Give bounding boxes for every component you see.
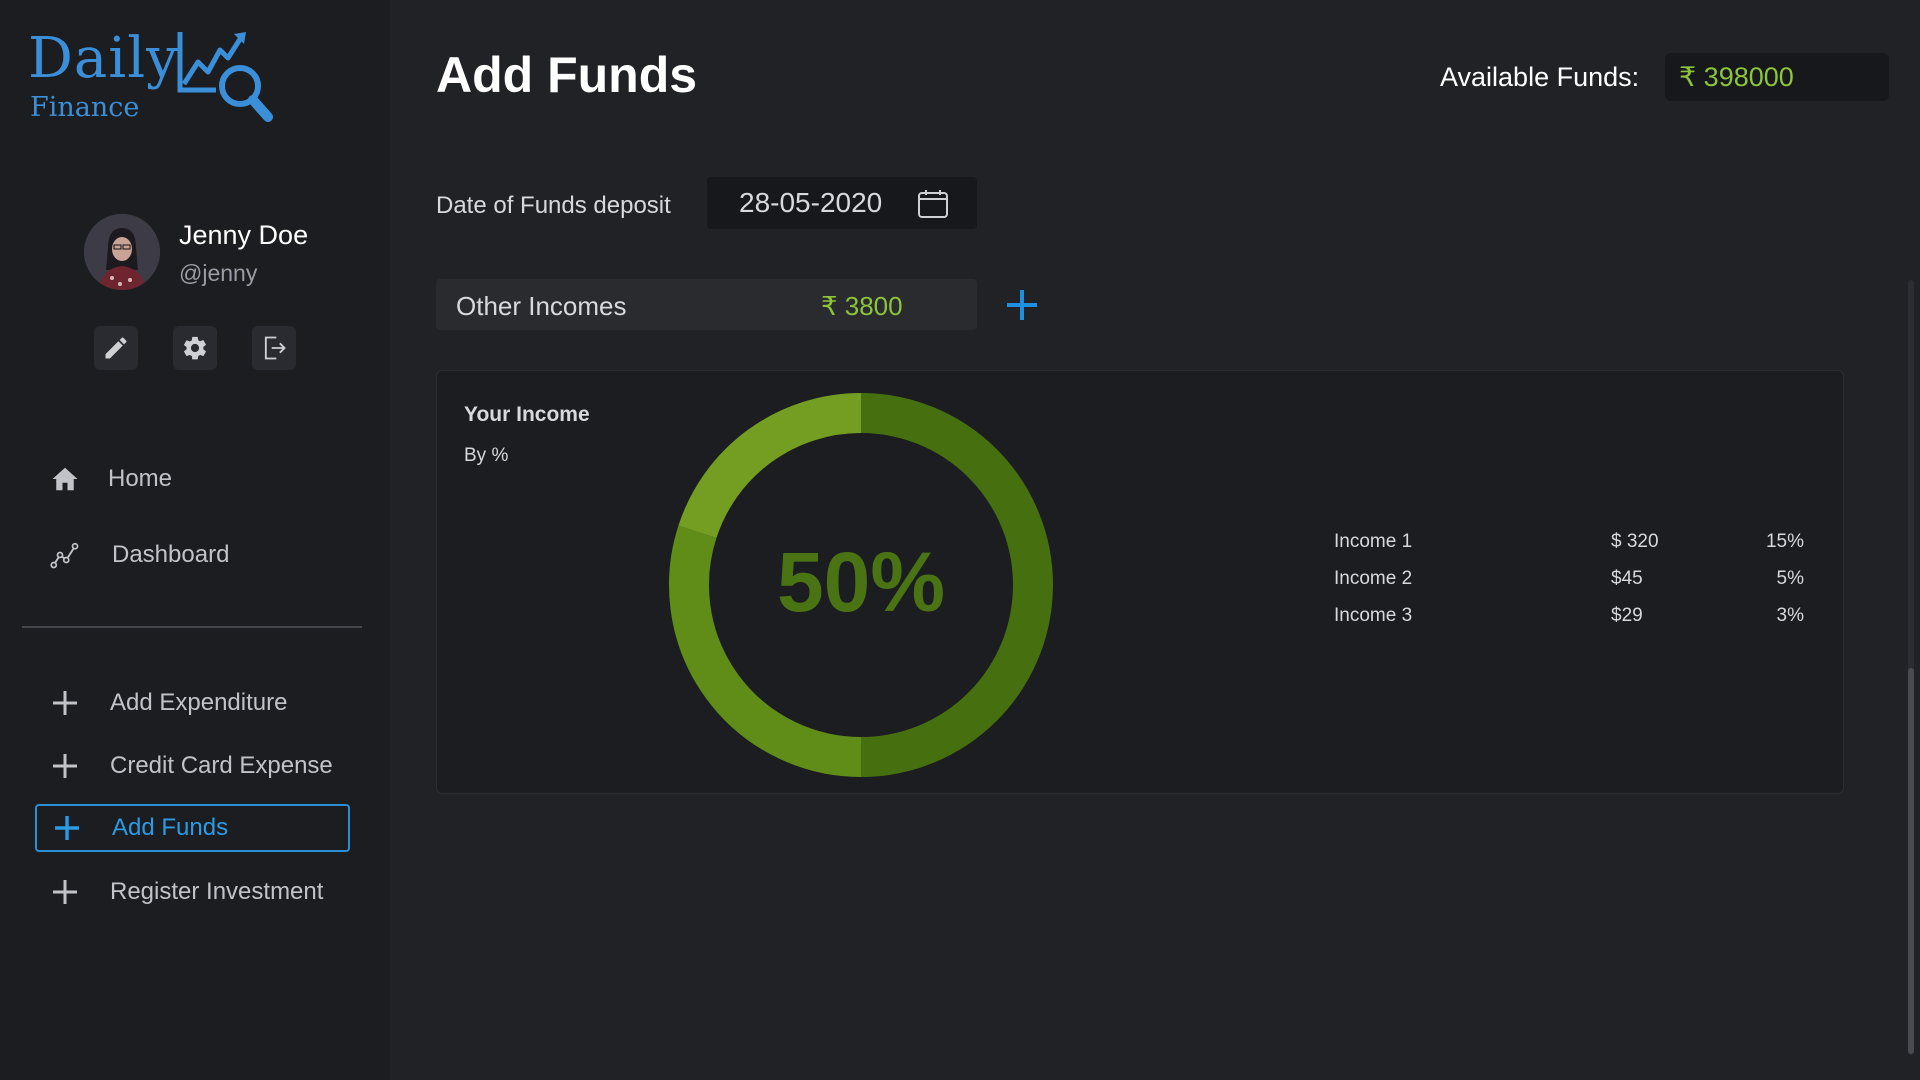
credit-card-expense-label: Credit Card Expense bbox=[110, 752, 333, 779]
plus-icon bbox=[53, 691, 77, 715]
add-income-button[interactable] bbox=[1000, 283, 1044, 327]
other-incomes-field[interactable]: Other Incomes ₹ 3800 bbox=[436, 279, 977, 330]
date-picker-field[interactable]: 28-05-2020 bbox=[707, 177, 977, 229]
donut-segment-remaining bbox=[678, 393, 862, 539]
page-title: Add Funds bbox=[436, 47, 698, 103]
income-card-subtitle: By % bbox=[464, 445, 509, 466]
register-investment-button[interactable]: Register Investment bbox=[35, 868, 350, 916]
available-funds-value: ₹ 398000 bbox=[1665, 53, 1889, 101]
legend-row: Income 3 $29 3% bbox=[1334, 605, 1804, 635]
other-incomes-value: ₹ 3800 bbox=[821, 291, 903, 321]
legend-value: $29 bbox=[1611, 605, 1643, 626]
add-funds-label: Add Funds bbox=[112, 814, 229, 841]
brand-subtitle: Finance bbox=[30, 92, 140, 123]
income-card-title: Your Income bbox=[464, 403, 590, 426]
available-funds-label: Available Funds: bbox=[1440, 62, 1640, 92]
edit-profile-button[interactable] bbox=[94, 326, 138, 370]
legend-name: Income 1 bbox=[1334, 531, 1413, 552]
income-card: Your Income By % 50% Income 1 $ 320 15% … bbox=[436, 370, 1844, 794]
calendar-icon[interactable] bbox=[917, 189, 949, 219]
date-of-deposit-label: Date of Funds deposit bbox=[436, 192, 671, 219]
date-value: 28-05-2020 bbox=[739, 187, 883, 218]
brand-logo[interactable]: Daily Finance bbox=[28, 24, 278, 124]
user-name: Jenny Doe bbox=[179, 220, 309, 250]
nav-dashboard[interactable]: Dashboard bbox=[50, 533, 229, 577]
nav-home[interactable]: Home bbox=[50, 457, 172, 501]
legend-value: $ 320 bbox=[1611, 531, 1659, 552]
brand-name: Daily bbox=[28, 26, 179, 91]
nav-dashboard-label: Dashboard bbox=[112, 541, 230, 568]
donut-center-label: 50% bbox=[777, 535, 945, 629]
legend-value: $45 bbox=[1611, 568, 1643, 589]
legend-row: Income 2 $45 5% bbox=[1334, 568, 1804, 598]
avatar[interactable] bbox=[84, 214, 160, 290]
legend-percent: 3% bbox=[1776, 605, 1804, 626]
chart-line-icon bbox=[50, 542, 79, 569]
legend-name: Income 3 bbox=[1334, 605, 1413, 626]
settings-button[interactable] bbox=[173, 326, 217, 370]
nav-home-label: Home bbox=[108, 465, 173, 492]
sidebar-divider bbox=[22, 626, 362, 628]
scrollbar-thumb[interactable] bbox=[1908, 668, 1914, 1054]
add-funds-button[interactable]: Add Funds bbox=[35, 804, 350, 852]
gear-icon bbox=[184, 336, 206, 360]
plus-icon bbox=[53, 754, 77, 778]
legend-percent: 15% bbox=[1765, 531, 1804, 552]
add-expenditure-button[interactable]: Add Expenditure bbox=[35, 679, 350, 727]
income-donut-chart: 50% bbox=[669, 393, 1053, 777]
edit-icon bbox=[105, 337, 127, 359]
add-expenditure-label: Add Expenditure bbox=[110, 689, 288, 716]
legend-row: Income 1 $ 320 15% bbox=[1334, 531, 1804, 561]
plus-icon bbox=[55, 816, 79, 840]
other-incomes-label: Other Incomes bbox=[456, 291, 627, 321]
legend-percent: 5% bbox=[1776, 568, 1804, 589]
credit-card-expense-button[interactable]: Credit Card Expense bbox=[35, 742, 350, 790]
sidebar: Daily Finance Jenny Doe @jenny Home Dash… bbox=[0, 0, 390, 1080]
trend-magnifier-icon bbox=[177, 32, 273, 122]
user-photo bbox=[84, 214, 160, 290]
user-handle: @jenny bbox=[179, 260, 258, 286]
logout-icon bbox=[264, 336, 286, 360]
plus-icon bbox=[1007, 290, 1037, 320]
home-icon bbox=[52, 467, 78, 491]
register-investment-label: Register Investment bbox=[110, 878, 324, 905]
plus-icon bbox=[53, 880, 77, 904]
logout-button[interactable] bbox=[252, 326, 296, 370]
legend-name: Income 2 bbox=[1334, 568, 1413, 589]
